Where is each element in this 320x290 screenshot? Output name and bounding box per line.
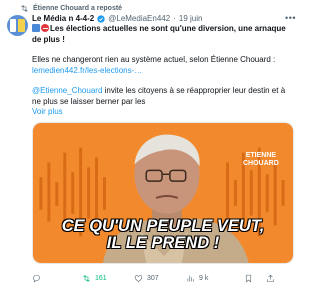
repost-count: 161 (95, 275, 107, 282)
avatar[interactable] (7, 15, 28, 36)
share-button[interactable] (266, 274, 286, 283)
author-name[interactable]: Le Média n 4-4-2 (32, 14, 94, 23)
author-handle[interactable]: @LeMediaEn442 (108, 14, 170, 23)
see-more-link[interactable]: Voir plus (32, 107, 63, 116)
repost-icon (21, 5, 28, 12)
heart-icon (134, 275, 143, 282)
views-count: 9 k (199, 275, 209, 282)
like-count: 307 (147, 275, 159, 282)
post-header: Le Média n 4-4-2 @LeMediaEn442 · 19 juin (32, 14, 202, 23)
repost-text: Étienne Chouard a reposté (33, 5, 123, 12)
ballot-icon (32, 24, 40, 32)
reply-button[interactable] (32, 274, 82, 283)
repost-indicator[interactable]: Étienne Chouard a reposté (20, 4, 122, 13)
action-bar: 161 307 9 k (32, 274, 294, 283)
no-entry-icon (41, 24, 49, 32)
post-line: Elles ne changeront rien au système actu… (32, 55, 276, 64)
views-chart-icon (187, 275, 194, 282)
bookmark-icon (245, 274, 252, 283)
speaker-name-label: ETIENNE CHOUARD (243, 152, 279, 167)
post-date[interactable]: 19 juin (179, 14, 203, 23)
bookmark-button[interactable] (244, 274, 266, 283)
reply-icon (33, 274, 40, 283)
repost-button[interactable]: 161 (82, 274, 134, 283)
repost-icon (83, 275, 90, 282)
mention-link[interactable]: @Etienne_Chouard (32, 86, 102, 95)
verified-badge-icon (97, 14, 105, 23)
more-options-icon[interactable]: ••• (285, 13, 296, 23)
post-link[interactable]: lemedien442.fr/les-elections-… (32, 66, 142, 75)
media-caption: CE QU'UN PEUPLE VEUT, IL LE PREND ! (61, 217, 265, 252)
post-text: Les élections actuelles ne sont qu'une d… (32, 24, 294, 118)
post-headline: Les élections actuelles ne sont qu'une d… (32, 24, 286, 44)
media-thumbnail[interactable]: ETIENNE CHOUARD CE QU'UN PEUPLE VEUT, IL… (32, 122, 294, 264)
like-button[interactable]: 307 (134, 274, 186, 283)
separator-dot: · (173, 14, 176, 23)
views-button[interactable]: 9 k (186, 274, 244, 283)
share-icon (267, 274, 274, 282)
